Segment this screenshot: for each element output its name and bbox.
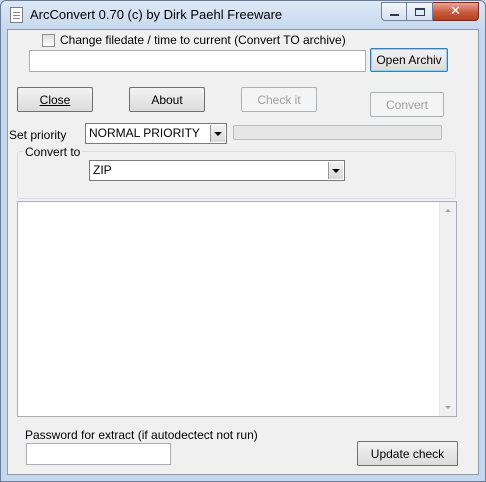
- scroll-up-button[interactable]: [440, 202, 456, 219]
- scroll-down-button[interactable]: [440, 399, 456, 416]
- change-filedate-checkbox[interactable]: [42, 34, 55, 47]
- password-label: Password for extract (if autodectect not…: [25, 428, 258, 442]
- app-window: ArcConvert 0.70 (c) by Dirk Paehl Freewa…: [0, 0, 486, 482]
- convert-format-value: ZIP: [93, 163, 112, 177]
- password-input[interactable]: [26, 443, 171, 465]
- archive-path-input[interactable]: [29, 50, 366, 72]
- chevron-up-icon: [445, 209, 451, 212]
- set-priority-label: Set priority: [9, 128, 67, 142]
- convert-button[interactable]: Convert: [370, 92, 444, 117]
- chevron-down-icon: [445, 406, 451, 409]
- priority-progress-bar: [233, 125, 442, 140]
- close-button[interactable]: Close: [17, 87, 93, 112]
- check-it-button[interactable]: Check it: [241, 87, 317, 112]
- about-button[interactable]: About: [129, 87, 205, 112]
- chevron-down-icon: [214, 131, 222, 136]
- window-title: ArcConvert 0.70 (c) by Dirk Paehl Freewa…: [30, 7, 283, 22]
- app-document-icon: [10, 7, 23, 23]
- minimize-button[interactable]: [381, 2, 407, 21]
- close-window-button[interactable]: ✕: [433, 2, 479, 21]
- update-check-button[interactable]: Update check: [357, 441, 458, 466]
- client-area: Change filedate / time to current (Conve…: [7, 29, 479, 475]
- log-vertical-scrollbar[interactable]: [439, 202, 456, 416]
- chevron-down-icon: [332, 168, 340, 173]
- priority-select-value: NORMAL PRIORITY: [89, 126, 200, 140]
- maximize-button[interactable]: [407, 2, 433, 21]
- maximize-icon: [414, 7, 425, 16]
- convert-format-select[interactable]: ZIP: [89, 160, 345, 181]
- log-output-area[interactable]: [17, 201, 457, 417]
- window-controls: ✕: [381, 2, 479, 21]
- priority-select[interactable]: NORMAL PRIORITY: [85, 123, 227, 144]
- open-archive-button[interactable]: Open Archiv: [370, 48, 448, 72]
- close-button-label: Close: [39, 92, 71, 107]
- close-icon: ✕: [450, 4, 461, 19]
- convert-format-dropdown-arrow[interactable]: [328, 162, 343, 179]
- title-bar[interactable]: ArcConvert 0.70 (c) by Dirk Paehl Freewa…: [1, 1, 485, 29]
- minimize-icon: [389, 13, 399, 16]
- convert-to-label: Convert to: [23, 145, 83, 159]
- priority-dropdown-arrow[interactable]: [210, 125, 225, 142]
- change-filedate-label[interactable]: Change filedate / time to current (Conve…: [60, 33, 346, 47]
